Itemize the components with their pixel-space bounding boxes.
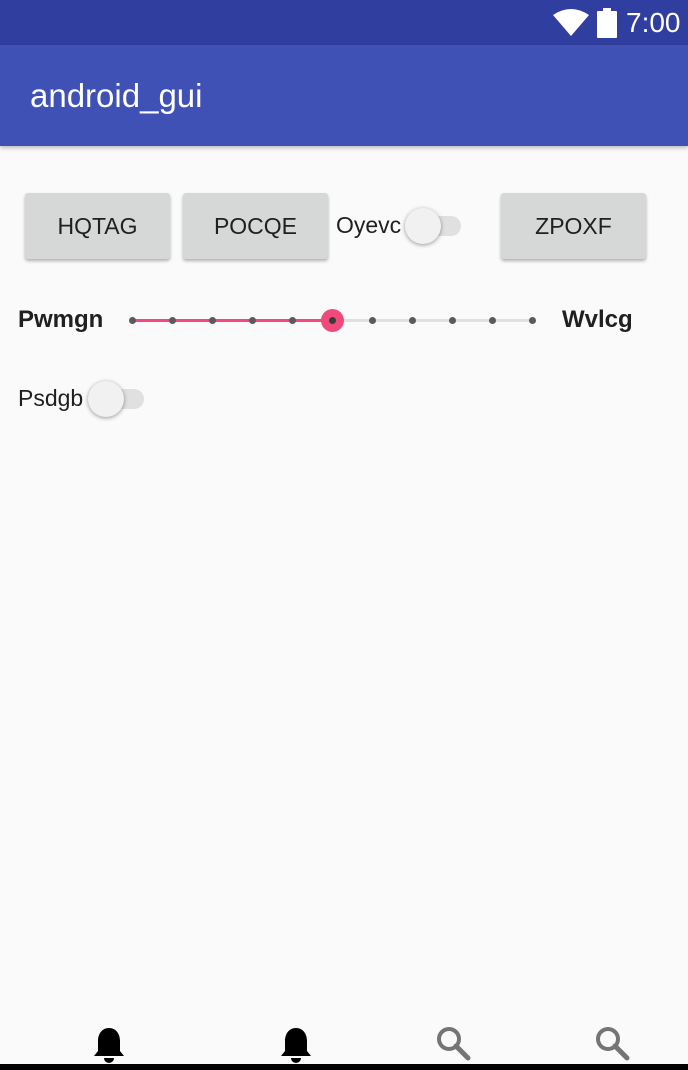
- bell-icon: [281, 1028, 311, 1063]
- pocqe-button[interactable]: POCQE: [183, 193, 328, 259]
- bell-icon: [94, 1028, 124, 1063]
- bottom-edge: [0, 1064, 688, 1070]
- nav-item-bell-1[interactable]: [89, 1024, 129, 1064]
- app-bar: android_gui: [0, 45, 688, 146]
- nav-item-search-2[interactable]: [593, 1024, 633, 1064]
- screen: 7:00 android_gui HQTAG POCQE Oyevc ZPOXF…: [0, 0, 688, 1070]
- seekbar-tick: [169, 317, 176, 324]
- battery-icon: [597, 8, 617, 38]
- seekbar-tick: [489, 317, 496, 324]
- switch-thumb[interactable]: [405, 208, 441, 244]
- psdgb-switch-label: Psdgb: [18, 385, 84, 411]
- bottom-navigation: [0, 1010, 688, 1070]
- nav-item-bell-2[interactable]: [276, 1024, 316, 1064]
- status-time: 7:00: [626, 7, 681, 38]
- hqtag-button[interactable]: HQTAG: [25, 193, 170, 259]
- seekbar-tick: [249, 317, 256, 324]
- seekbar-tick: [369, 317, 376, 324]
- zpoxf-button[interactable]: ZPOXF: [501, 193, 646, 259]
- search-icon: [437, 1027, 471, 1061]
- seekbar-tick: [129, 317, 136, 324]
- seekbar[interactable]: [120, 300, 550, 340]
- status-bar: 7:00: [0, 0, 688, 45]
- psdgb-switch[interactable]: [88, 377, 144, 417]
- app-title: android_gui: [30, 77, 203, 114]
- seekbar-min-label: Pwmgn: [18, 306, 104, 333]
- wifi-icon: [553, 9, 589, 36]
- seekbar-tick: [289, 317, 296, 324]
- seekbar-tick: [529, 317, 536, 324]
- seekbar-tick: [409, 317, 416, 324]
- seekbar-thumb[interactable]: [321, 309, 344, 332]
- seekbar-progress: [132, 319, 332, 322]
- seekbar-tick: [449, 317, 456, 324]
- oyevc-switch[interactable]: [405, 204, 461, 244]
- switch-thumb[interactable]: [88, 381, 124, 417]
- search-icon: [596, 1027, 630, 1061]
- seekbar-max-label: Wvlcg: [562, 306, 633, 333]
- oyevc-switch-label: Oyevc: [336, 212, 402, 238]
- nav-item-search-1[interactable]: [434, 1024, 474, 1064]
- seekbar-tick: [209, 317, 216, 324]
